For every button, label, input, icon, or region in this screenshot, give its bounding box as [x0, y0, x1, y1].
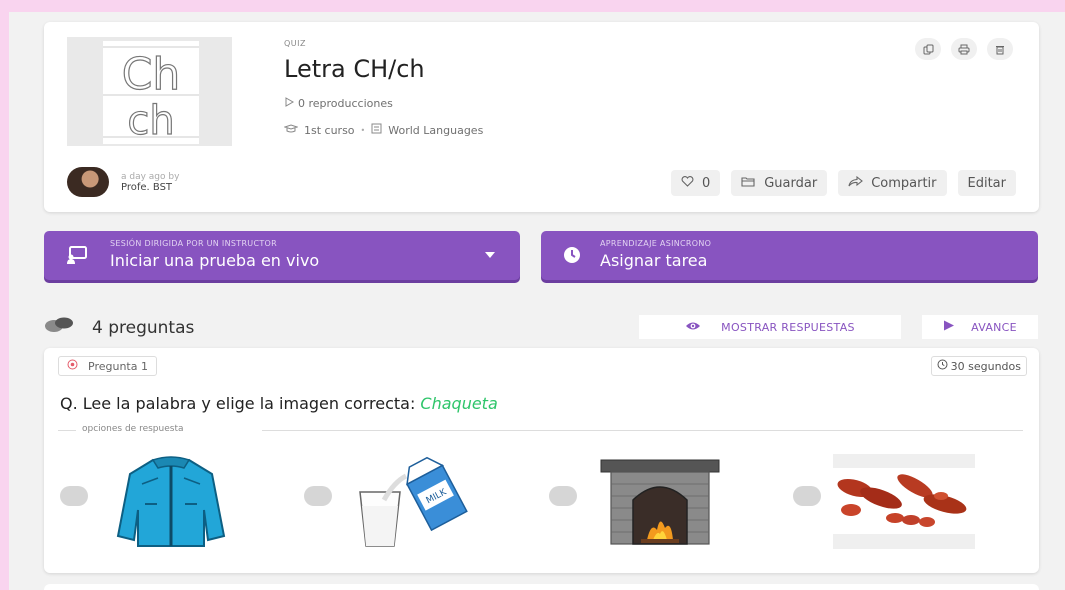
- page-border-left: [0, 0, 9, 590]
- question-card: Pregunta 1 30 segundos Q. Lee la palabra…: [44, 348, 1039, 573]
- folder-icon: [741, 176, 756, 191]
- duplicate-button[interactable]: [915, 38, 941, 60]
- live-title: Iniciar una prueba en vivo: [110, 251, 320, 270]
- chevron-down-icon[interactable]: [485, 252, 495, 258]
- question-number: Pregunta 1: [88, 359, 148, 373]
- share-label: Compartir: [871, 175, 937, 191]
- grade-text: 1st curso: [304, 123, 355, 137]
- delete-icon: [995, 40, 1005, 59]
- save-label: Guardar: [764, 175, 818, 191]
- time-badge: 30 segundos: [930, 356, 1027, 376]
- print-icon: [958, 40, 970, 59]
- quiz-header-card: Ch ch QUIZ Letra CH/ch 0 reproducciones …: [44, 22, 1039, 212]
- start-live-quiz-button[interactable]: SESIÓN DIRIGIDA POR UN INSTRUCTOR Inicia…: [44, 231, 520, 280]
- question-badge: Pregunta 1: [58, 356, 157, 376]
- assign-homework-button[interactable]: APRENDIZAJE ASINCRONO Asignar tarea: [541, 231, 1038, 280]
- fireplace-image: [589, 454, 731, 549]
- author-time: a day ago by: [121, 171, 180, 182]
- quiz-top-actions: [915, 38, 1013, 60]
- save-button[interactable]: Guardar: [731, 170, 828, 196]
- show-answers-label: MOSTRAR RESPUESTAS: [721, 320, 855, 334]
- share-button[interactable]: Compartir: [838, 170, 947, 196]
- preview-button[interactable]: AVANCE: [922, 315, 1038, 339]
- radio-button[interactable]: [304, 486, 332, 506]
- like-button[interactable]: 0: [670, 170, 721, 196]
- async-subtitle: APRENDIZAJE ASINCRONO: [600, 239, 712, 248]
- play-icon: [943, 320, 955, 334]
- jacket-image: [100, 454, 242, 549]
- eye-icon: [685, 321, 701, 334]
- questions-icon: [44, 317, 74, 338]
- live-subtitle: SESIÓN DIRIGIDA POR UN INSTRUCTOR: [110, 239, 277, 248]
- time-text: 30 segundos: [950, 359, 1021, 373]
- share-icon: [848, 175, 864, 191]
- delete-button[interactable]: [987, 38, 1013, 60]
- print-button[interactable]: [951, 38, 977, 60]
- avatar[interactable]: [67, 167, 109, 197]
- next-question-card: [44, 584, 1039, 590]
- question-text: Q. Lee la palabra y elige la imagen corr…: [60, 394, 498, 413]
- quiz-type-label: QUIZ: [284, 39, 306, 48]
- meta-separator: •: [360, 125, 366, 135]
- author-info: a day ago by Profe. BST: [67, 167, 179, 197]
- radio-button[interactable]: [60, 486, 88, 506]
- author-name[interactable]: Profe. BST: [121, 182, 179, 193]
- sausage-image: [833, 454, 975, 549]
- show-answers-button[interactable]: MOSTRAR RESPUESTAS: [639, 315, 901, 339]
- options-divider: opciones de respuesta: [58, 424, 1023, 436]
- subject-icon: [371, 123, 382, 137]
- thumbnail-upper-text: Ch: [122, 49, 181, 100]
- quiz-thumbnail: Ch ch: [67, 37, 232, 146]
- target-icon: [67, 359, 78, 373]
- heart-icon: [681, 175, 694, 191]
- like-count: 0: [701, 175, 711, 191]
- copy-icon: [923, 40, 934, 59]
- edit-label: Editar: [967, 175, 1007, 191]
- page-border-top: [0, 0, 1065, 12]
- options-label: opciones de respuesta: [82, 424, 184, 434]
- radio-button[interactable]: [793, 486, 821, 506]
- thumbnail-lower-text: ch: [127, 98, 174, 144]
- radio-button[interactable]: [549, 486, 577, 506]
- questions-count-text: 4 preguntas: [92, 317, 195, 338]
- quiz-actions: 0 Guardar Compartir Editar: [670, 170, 1016, 196]
- subject-text: World Languages: [388, 123, 484, 137]
- questions-count: 4 preguntas: [44, 317, 194, 338]
- play-count-text: 0 reproducciones: [298, 97, 393, 110]
- play-count: 0 reproducciones: [284, 97, 393, 110]
- question-prefix: Q. Lee la palabra y elige la imagen corr…: [60, 394, 421, 413]
- presentation-icon: [66, 246, 88, 268]
- play-icon: [284, 97, 295, 110]
- async-title: Asignar tarea: [600, 251, 708, 270]
- edit-button[interactable]: Editar: [957, 170, 1016, 196]
- question-highlight: Chaqueta: [420, 394, 498, 413]
- quiz-meta: 1st curso • World Languages: [283, 123, 484, 137]
- quiz-title: Letra CH/ch: [284, 55, 425, 83]
- timer-icon: [937, 359, 948, 373]
- grade-icon: [283, 123, 299, 137]
- milk-image: MILK: [344, 454, 489, 549]
- preview-label: AVANCE: [971, 320, 1017, 334]
- clock-icon: [563, 246, 581, 268]
